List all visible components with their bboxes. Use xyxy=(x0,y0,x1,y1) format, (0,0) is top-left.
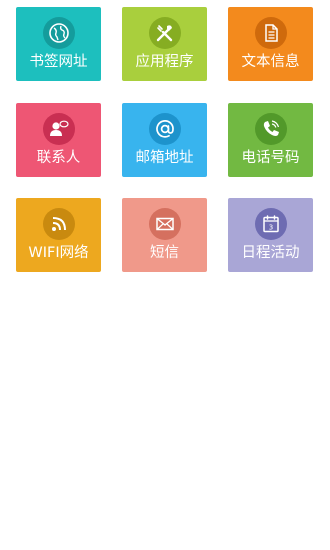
wifi-icon xyxy=(42,208,75,240)
tile-label: 邮箱地址 xyxy=(135,150,194,166)
tile-label: 应用程序 xyxy=(135,54,194,70)
document-icon xyxy=(254,17,287,49)
tile-text-info[interactable]: 文本信息 xyxy=(228,7,313,81)
tile-sms[interactable]: 短信 xyxy=(122,198,207,272)
qr-type-grid-screen: 书签网址 应用程序 文本信息 联系人 邮箱地址 电话号码 WIFI网络 短信 3… xyxy=(0,0,330,550)
tile-bookmark-url[interactable]: 书签网址 xyxy=(16,7,101,81)
tools-icon xyxy=(148,17,181,49)
tile-contact[interactable]: 联系人 xyxy=(16,103,101,177)
calendar-day-number: 3 xyxy=(268,224,272,232)
at-sign-icon xyxy=(148,113,181,145)
tile-email-address[interactable]: 邮箱地址 xyxy=(122,103,207,177)
envelope-icon xyxy=(148,208,181,240)
tile-label: 文本信息 xyxy=(241,54,300,70)
globe-icon xyxy=(42,17,75,49)
calendar-icon: 3 xyxy=(254,208,287,240)
tile-phone-number[interactable]: 电话号码 xyxy=(228,103,313,177)
tile-label: 书签网址 xyxy=(29,54,88,70)
tile-label: WIFI网络 xyxy=(28,245,89,261)
tile-application[interactable]: 应用程序 xyxy=(122,7,207,81)
tile-label: 电话号码 xyxy=(241,150,300,166)
tile-wifi-network[interactable]: WIFI网络 xyxy=(16,198,101,272)
tile-calendar-event[interactable]: 3 日程活动 xyxy=(228,198,313,272)
tile-label: 日程活动 xyxy=(241,245,300,261)
tile-label: 短信 xyxy=(150,245,179,261)
phone-icon xyxy=(254,113,287,145)
tile-label: 联系人 xyxy=(36,150,81,166)
contact-icon xyxy=(42,113,75,145)
